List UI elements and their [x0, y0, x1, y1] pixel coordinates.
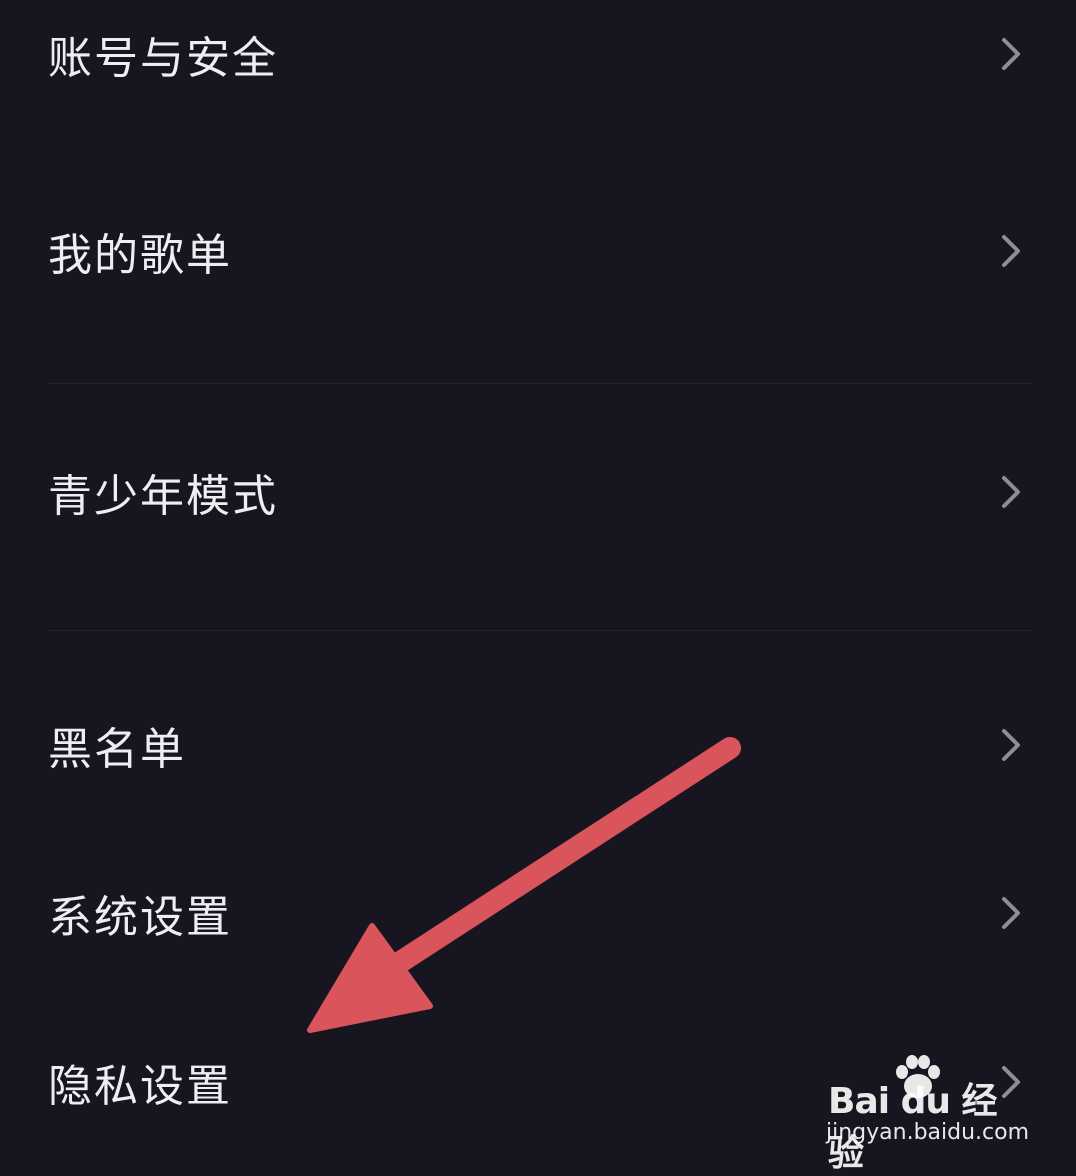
chevron-right-icon	[1002, 476, 1020, 508]
menu-item-label: 系统设置	[48, 892, 232, 943]
menu-item-label: 隐私设置	[48, 1061, 232, 1112]
annotation-arrow-icon	[307, 737, 741, 1033]
menu-item-label: 我的歌单	[48, 230, 232, 281]
chevron-right-icon	[1002, 729, 1020, 761]
chevron-right-icon	[1002, 897, 1020, 929]
section-divider	[48, 630, 1032, 631]
menu-item-label: 账号与安全	[48, 33, 278, 84]
menu-item-label: 青少年模式	[48, 471, 278, 522]
chevron-right-icon	[1002, 38, 1020, 70]
menu-item-my-playlists[interactable]: 我的歌单	[0, 191, 1076, 311]
watermark-url: jingyan.baidu.com	[826, 1120, 1030, 1145]
menu-item-account-security[interactable]: 账号与安全	[0, 0, 1076, 114]
section-divider	[48, 383, 1032, 384]
menu-item-system-settings[interactable]: 系统设置	[0, 853, 1076, 973]
chevron-right-icon	[1002, 235, 1020, 267]
baidu-watermark: Bai du 经验 jingyan.baidu.com	[820, 1050, 1030, 1174]
menu-item-teen-mode[interactable]: 青少年模式	[0, 432, 1076, 552]
menu-item-label: 黑名单	[48, 724, 186, 775]
menu-item-blacklist[interactable]: 黑名单	[0, 685, 1076, 805]
